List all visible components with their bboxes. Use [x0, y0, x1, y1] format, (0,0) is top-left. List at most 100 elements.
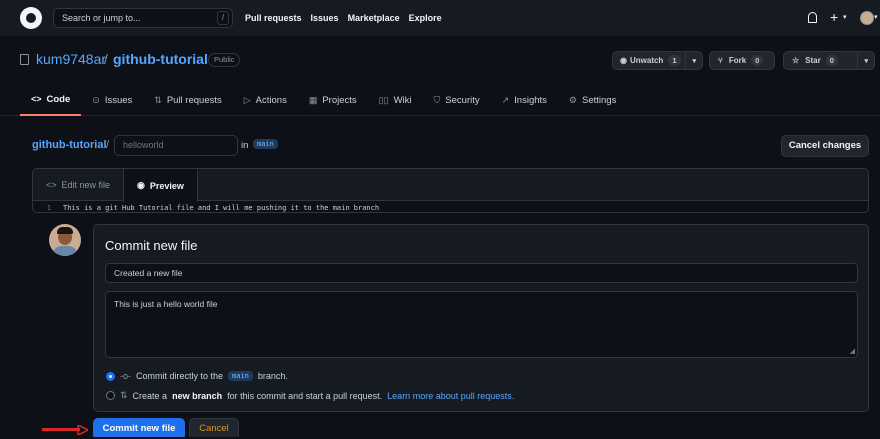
gear-icon: ⚙ [568, 94, 577, 105]
tab-label: Edit new file [61, 180, 111, 190]
description-text: This is just a hello world file [114, 299, 218, 309]
tab-label: Issues [104, 94, 133, 106]
chevron-down-icon[interactable]: ▾ [685, 52, 702, 69]
tab-label: Preview [149, 180, 184, 191]
repo-separator: / [104, 51, 108, 67]
github-logo-icon[interactable] [20, 7, 42, 29]
filename-input[interactable]: helloworld [114, 135, 238, 156]
commit-new-file-button[interactable]: Commit new file [93, 418, 185, 439]
pull-request-icon: ⇅ [154, 94, 162, 105]
branch-badge: main [253, 139, 278, 149]
tab-insights[interactable]: ↗ Insights [491, 84, 558, 116]
line-number: 1 [46, 204, 51, 212]
star-icon: ☆ [792, 56, 800, 65]
chevron-down-icon[interactable]: ▾ [857, 52, 874, 69]
commit-form: Commit new file Created a new file This … [93, 224, 869, 412]
avatar[interactable] [860, 11, 874, 25]
commit-description-textarea[interactable]: This is just a hello world file ◢ [105, 291, 858, 358]
new-branch-radio[interactable] [106, 391, 115, 400]
tab-security[interactable]: ⛉ Security [423, 84, 491, 116]
cancel-changes-button[interactable]: Cancel changes [781, 135, 869, 157]
tab-edit-new-file[interactable]: <> Edit new file [33, 169, 123, 201]
line-content: This is a git Hub Tutorial file and I wi… [63, 204, 380, 212]
eye-icon: ◉ [137, 180, 145, 190]
code-line: 1 This is a git Hub Tutorial file and I … [33, 202, 868, 212]
unwatch-button[interactable]: ◉ Unwatch 1 ▾ [612, 51, 703, 70]
tab-actions[interactable]: ▷ Actions [233, 84, 298, 116]
learn-more-link[interactable]: Learn more about pull requests. [387, 391, 514, 401]
play-icon: ▷ [243, 94, 251, 105]
star-button[interactable]: ☆ Star 0 ▾ [783, 51, 875, 70]
tab-pull-requests[interactable]: ⇅ Pull requests [143, 84, 232, 116]
nav-pull-requests[interactable]: Pull requests [245, 13, 302, 23]
shield-icon: ⛉ [433, 94, 441, 105]
option-text: for this commit and start a pull request… [227, 390, 383, 401]
avatar [49, 224, 81, 256]
breadcrumb-repo-link[interactable]: github-tutorial [32, 139, 107, 151]
pull-request-icon: ⇅ [120, 390, 128, 400]
book-icon: ▯▯ [378, 94, 389, 105]
fork-button[interactable]: ⑂ Fork 0 [709, 51, 775, 70]
table-icon: ▦ [308, 94, 318, 105]
in-label: in [241, 140, 249, 151]
commit-directly-option[interactable]: -o- Commit directly to the main branch. [106, 371, 288, 381]
branch-badge: main [228, 371, 253, 381]
chevron-down-icon[interactable]: ▾ [843, 13, 847, 21]
repo-name-link[interactable]: github-tutorial [113, 51, 208, 67]
tab-label: Actions [255, 94, 287, 106]
avatar-shirt [52, 246, 78, 256]
fork-label: Fork [728, 56, 747, 65]
tab-issues[interactable]: ⊙ Issues [81, 84, 143, 116]
tab-label: Code [46, 93, 71, 105]
new-branch-option[interactable]: ⇅ Create a new branch for this commit an… [106, 390, 514, 401]
star-label: Star [805, 56, 821, 65]
tab-label: Pull requests [166, 94, 222, 106]
tab-label: Security [445, 94, 480, 106]
commit-summary-input[interactable]: Created a new file [105, 263, 858, 283]
avatar-hair [57, 227, 73, 234]
bell-icon[interactable] [808, 12, 817, 23]
plus-icon[interactable]: + [830, 10, 838, 24]
option-text: Create a [132, 390, 168, 401]
tab-code[interactable]: <> Code [20, 84, 82, 116]
unwatch-count: 1 [668, 55, 681, 66]
chevron-down-icon[interactable]: ▾ [874, 13, 878, 21]
repo-owner-link[interactable]: kum9748ar [36, 51, 106, 67]
option-text: branch. [257, 371, 288, 381]
cancel-button[interactable]: Cancel [189, 418, 239, 439]
repo-tabs: <> Code ⊙ Issues ⇅ Pull requests ▷ Actions ▦… [20, 84, 627, 116]
issue-icon: ⊙ [92, 94, 100, 105]
tab-label: Projects [322, 94, 357, 106]
option-text-bold: new branch [172, 390, 223, 401]
editor-tabs: <> Edit new file ◉ Preview [33, 169, 868, 202]
search-input[interactable]: Search or jump to... [53, 8, 233, 28]
fork-count: 0 [751, 55, 764, 66]
unwatch-label: Unwatch [629, 56, 664, 65]
nav-marketplace[interactable]: Marketplace [348, 13, 400, 23]
tab-wiki[interactable]: ▯▯ Wiki [368, 84, 423, 116]
graph-icon: ↗ [501, 94, 510, 105]
global-header: Search or jump to... / Pull requests Iss… [0, 0, 880, 36]
tab-label: Wiki [393, 94, 412, 106]
tab-label: Settings [582, 94, 617, 106]
repo-header: kum9748ar / github-tutorial Public ◉ Unw… [0, 36, 880, 116]
git-commit-icon: -o- [120, 371, 131, 381]
tab-settings[interactable]: ⚙ Settings [558, 84, 627, 116]
breadcrumb-separator: / [106, 139, 110, 151]
code-icon: <> [31, 94, 42, 104]
tab-preview[interactable]: ◉ Preview [123, 169, 198, 202]
star-count: 0 [825, 55, 838, 66]
fork-icon: ⑂ [718, 56, 723, 65]
repo-icon [20, 54, 29, 65]
resize-handle-icon[interactable]: ◢ [850, 347, 855, 355]
nav-explore[interactable]: Explore [409, 13, 442, 23]
tab-projects[interactable]: ▦ Projects [298, 84, 368, 116]
eye-icon: ◉ [620, 56, 627, 65]
code-icon: <> [46, 180, 57, 190]
visibility-badge: Public [208, 53, 241, 67]
commit-directly-radio[interactable] [106, 371, 115, 381]
search-shortcut-key: / [217, 11, 229, 25]
tab-label: Insights [514, 94, 547, 106]
annotation-arrow-icon [42, 425, 88, 435]
nav-issues[interactable]: Issues [311, 13, 339, 23]
